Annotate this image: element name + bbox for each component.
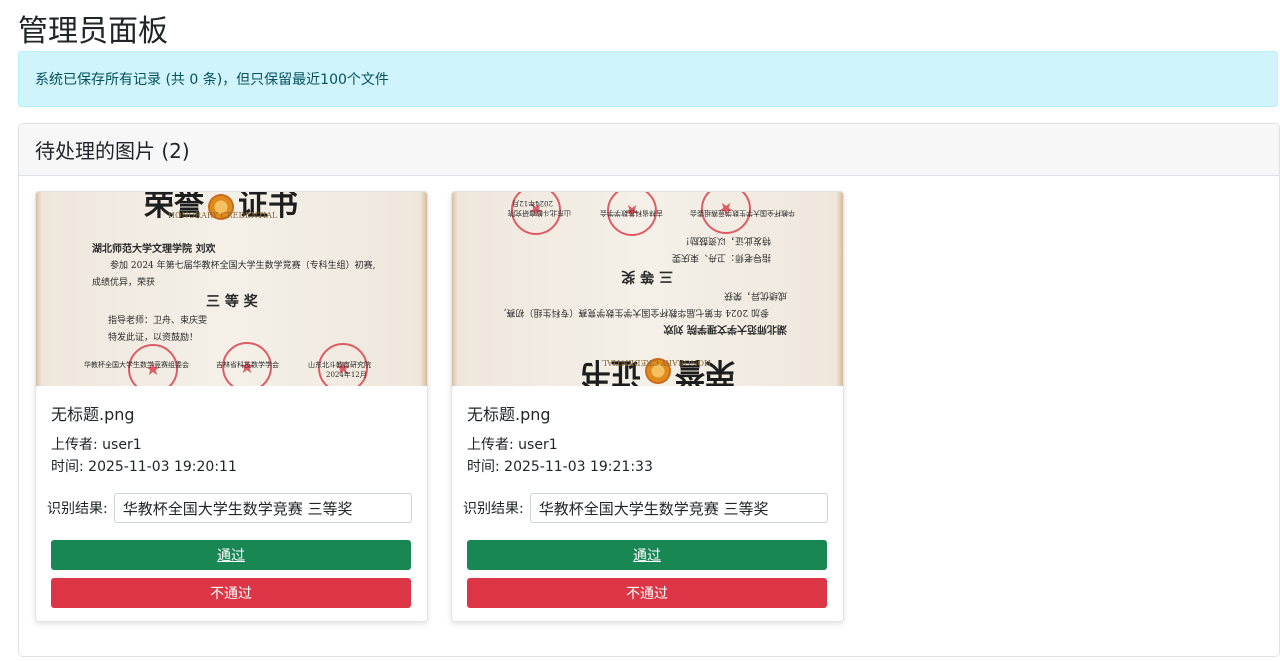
cert-date: 2024年12月	[512, 199, 553, 207]
approve-button[interactable]: 通过	[467, 540, 827, 570]
cert-line3: 成绩优异，荣获	[92, 278, 156, 288]
result-input[interactable]	[529, 493, 828, 523]
panel-header: 待处理的图片 (2)	[19, 124, 1279, 176]
info-alert: 系统已保存所有记录 (共 0 条)，但只保留最近100个文件	[18, 51, 1278, 107]
cert-seal2: 吉林省科技数学学会	[600, 209, 663, 217]
certificate-image[interactable]: 荣誉证书 HONORARY CREDENTIAL 湖北师范大学文理学院 刘欢 参…	[36, 192, 427, 386]
certificate-photo-rotated: 荣誉证书 HONORARY CREDENTIAL 湖北师范大学文理学院 刘欢 参…	[452, 192, 843, 386]
result-row: 识别结果:	[463, 493, 828, 523]
uploader-text: 上传者: user1	[467, 437, 558, 453]
file-name: 无标题.png	[467, 405, 551, 424]
upload-time: 时间: 2025-11-03 19:20:11	[51, 459, 237, 475]
card-body: 无标题.png 上传者: user1 时间: 2025-11-03 19:21:…	[467, 401, 828, 478]
file-name: 无标题.png	[51, 405, 135, 424]
cert-line3: 成绩优异，荣获	[723, 290, 787, 300]
panel-title: 待处理的图片 (2)	[35, 139, 190, 163]
result-label: 识别结果:	[463, 501, 524, 517]
card-body: 无标题.png 上传者: user1 时间: 2025-11-03 19:20:…	[51, 401, 412, 478]
page-title: 管理员面板	[18, 14, 168, 49]
cert-subtitle: HONORARY CREDENTIAL	[601, 358, 711, 367]
result-input[interactable]	[113, 493, 412, 523]
cert-line4: 指导老师：卫舟、束庆雯	[108, 316, 208, 326]
cert-line2: 参加 2024 年第七届华教杯全国大学生数学竞赛（专科生组）初赛,	[110, 261, 376, 271]
uploader-text: 上传者: user1	[51, 437, 142, 453]
image-card: 荣誉证书 HONORARY CREDENTIAL 湖北师范大学文理学院 刘欢 参…	[35, 191, 428, 622]
alert-text: 系统已保存所有记录 (共 0 条)，但只保留最近100个文件	[35, 72, 389, 88]
cert-line2: 参加 2024 年第七届华教杯全国大学生数学竞赛（专科生组）初赛,	[503, 307, 770, 317]
cert-line5: 特发此证，以资鼓励！	[108, 333, 199, 343]
approve-button[interactable]: 通过	[51, 540, 411, 570]
cert-line5: 特发此证，以资鼓励！	[680, 235, 771, 245]
cert-seal1: 华教杯全国大学生数学竞赛组委会	[690, 209, 795, 217]
cert-award: 三 等 奖	[621, 268, 673, 284]
cert-award: 三 等 奖	[206, 294, 258, 310]
cert-seal2: 吉林省科技数学学会	[216, 361, 279, 369]
image-card: 荣誉证书 HONORARY CREDENTIAL 湖北师范大学文理学院 刘欢 参…	[451, 191, 844, 622]
cert-line4: 指导老师：卫舟、束庆雯	[671, 252, 771, 262]
reject-button[interactable]: 不通过	[51, 578, 411, 608]
pending-images-panel: 待处理的图片 (2) 荣誉 证书 HONORARY CREDENTIAL 湖北师范…	[18, 123, 1280, 657]
cert-subtitle: HONORARY CREDENTIAL	[168, 211, 278, 220]
result-row: 识别结果:	[47, 493, 412, 523]
result-label: 识别结果:	[47, 501, 108, 517]
certificate-image[interactable]: 荣誉证书 HONORARY CREDENTIAL 湖北师范大学文理学院 刘欢 参…	[452, 192, 843, 386]
cert-line1: 湖北师范大学文理学院 刘欢	[663, 323, 787, 334]
cert-seal3: 山东北斗教育研究院	[508, 209, 571, 217]
certificate-photo: 荣誉 证书 HONORARY CREDENTIAL 湖北师范大学文理学院 刘欢 参…	[36, 192, 427, 386]
cert-date: 2024年12月	[326, 371, 367, 379]
upload-time: 时间: 2025-11-03 19:21:33	[467, 459, 653, 475]
cert-seal1: 华教杯全国大学生数学竞赛组委会	[84, 361, 189, 369]
reject-button[interactable]: 不通过	[467, 578, 827, 608]
cert-line1: 湖北师范大学文理学院 刘欢	[92, 244, 216, 255]
cert-seal3: 山东北斗教育研究院	[308, 361, 371, 369]
